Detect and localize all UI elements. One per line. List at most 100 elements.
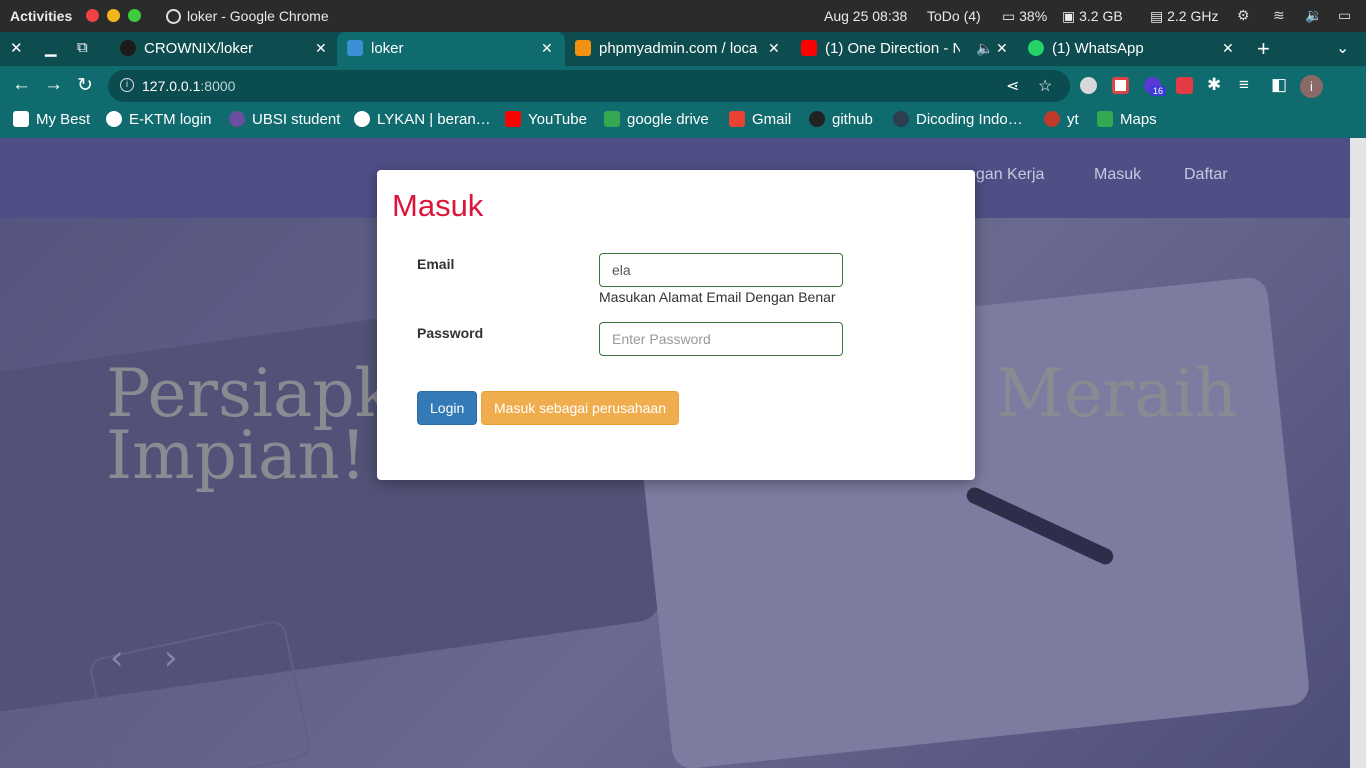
close-tab-icon[interactable]: ✕ bbox=[996, 40, 1008, 57]
bookmark-gmail[interactable]: Gmail bbox=[729, 111, 791, 128]
bookmark-github[interactable]: github bbox=[809, 111, 873, 128]
close-icon[interactable]: ✕ bbox=[10, 39, 23, 57]
bookmark-icon bbox=[13, 111, 29, 127]
nav-masuk[interactable]: Masuk bbox=[1094, 166, 1141, 184]
minimize-window-dot[interactable] bbox=[107, 9, 120, 22]
tab-search-chevron-icon[interactable]: ⌄ bbox=[1336, 38, 1349, 58]
bookmarks-bar: My Best E-KTM login UBSI student LYKAN |… bbox=[0, 106, 1366, 138]
login-button[interactable]: Login bbox=[417, 391, 477, 425]
whatsapp-icon bbox=[1028, 40, 1044, 56]
url-text[interactable]: 127.0.0.1:8000 bbox=[142, 78, 235, 94]
bookmark-star-icon[interactable]: ☆ bbox=[1038, 76, 1052, 96]
window-title: loker - Google Chrome bbox=[166, 8, 329, 24]
password-label: Password bbox=[417, 325, 484, 341]
todo-indicator[interactable]: ToDo (4) bbox=[927, 8, 981, 24]
bookmark-my-best[interactable]: My Best bbox=[13, 111, 90, 128]
password-field[interactable] bbox=[599, 322, 843, 356]
tab-one-direction[interactable]: (1) One Direction - Ni 🔈 ✕ bbox=[792, 32, 1014, 66]
audio-playing-icon[interactable]: 🔈 bbox=[976, 40, 993, 57]
wifi-icon[interactable]: ≋ bbox=[1273, 7, 1285, 24]
battery-icon: ▭ bbox=[1002, 8, 1016, 24]
close-tab-icon[interactable]: ✕ bbox=[1222, 40, 1234, 57]
tab-title: (1) WhatsApp bbox=[1052, 40, 1144, 57]
tab-whatsapp[interactable]: (1) WhatsApp ✕ bbox=[1018, 32, 1242, 66]
side-panel-icon[interactable]: ◧ bbox=[1271, 75, 1287, 95]
nav-daftar[interactable]: Daftar bbox=[1184, 166, 1228, 184]
nav-lowongan-kerja[interactable]: ngan Kerja bbox=[967, 166, 1044, 184]
bookmark-dicoding[interactable]: Dicoding Indo… bbox=[893, 111, 1023, 128]
clock[interactable]: Aug 25 08:38 bbox=[824, 8, 907, 24]
bookmark-maps[interactable]: Maps bbox=[1097, 111, 1157, 128]
tab-crownix-loker[interactable]: CROWNIX/loker ✕ bbox=[110, 32, 335, 66]
close-tab-icon[interactable]: ✕ bbox=[315, 40, 327, 57]
url-port: :8000 bbox=[200, 78, 236, 94]
network-settings-icon[interactable]: ⚙ bbox=[1237, 7, 1250, 24]
close-tab-icon[interactable]: ✕ bbox=[768, 40, 780, 57]
drive-icon bbox=[604, 111, 620, 127]
bookmark-label: YouTube bbox=[528, 111, 587, 128]
reload-icon[interactable]: ↻ bbox=[77, 74, 93, 97]
pocket-extension-icon[interactable] bbox=[1176, 77, 1193, 94]
phpmyadmin-icon bbox=[575, 40, 591, 56]
url-host: 127.0.0.1 bbox=[142, 78, 201, 94]
cpu-icon: ▤ bbox=[1150, 8, 1164, 24]
loker-favicon-icon bbox=[347, 40, 363, 56]
battery-stat: ▭ 38% bbox=[1002, 8, 1047, 25]
memory-value: 3.2 GB bbox=[1079, 8, 1123, 24]
bookmark-label: E-KTM login bbox=[129, 111, 212, 128]
bookmark-yt[interactable]: yt bbox=[1044, 111, 1079, 128]
close-window-dot[interactable] bbox=[86, 9, 99, 22]
forward-arrow-icon[interactable]: → bbox=[44, 74, 63, 96]
github-icon bbox=[809, 111, 825, 127]
tab-title: loker bbox=[371, 40, 404, 57]
globe-icon bbox=[354, 111, 370, 127]
tab-strip: ✕ ▁ ⧉ CROWNIX/loker ✕ loker ✕ phpmyadmin… bbox=[0, 32, 1366, 66]
bookmark-lykan[interactable]: LYKAN | beran… bbox=[354, 111, 491, 128]
carousel-prev-icon[interactable]: ‹ bbox=[110, 638, 124, 678]
hero-line2: Impian! bbox=[106, 417, 367, 494]
tab-loker[interactable]: loker ✕ bbox=[337, 32, 565, 66]
bookmark-label: LYKAN | beran… bbox=[377, 111, 491, 128]
memory-stat: ▣ 3.2 GB bbox=[1062, 8, 1123, 25]
youtube-icon bbox=[801, 40, 817, 56]
tab-phpmyadmin[interactable]: phpmyadmin.com / loca ✕ bbox=[565, 32, 787, 66]
email-field[interactable] bbox=[599, 253, 843, 287]
bookmark-google-drive[interactable]: google drive bbox=[604, 111, 709, 128]
bookmark-youtube[interactable]: YouTube bbox=[505, 111, 587, 128]
youtube-icon bbox=[505, 111, 521, 127]
extensions-puzzle-icon[interactable]: ✱ bbox=[1207, 75, 1221, 95]
company-login-button[interactable]: Masuk sebagai perusahaan bbox=[481, 391, 679, 425]
ubsi-icon bbox=[229, 111, 245, 127]
tab-title: (1) One Direction - Ni bbox=[825, 40, 960, 57]
bookmark-label: github bbox=[832, 111, 873, 128]
bookmark-ubsi[interactable]: UBSI student bbox=[229, 111, 340, 128]
site-info-icon[interactable]: i bbox=[120, 78, 134, 92]
gear-extension-icon[interactable] bbox=[1080, 77, 1097, 94]
back-arrow-icon[interactable]: ← bbox=[12, 74, 31, 96]
bookmark-label: Dicoding Indo… bbox=[916, 111, 1023, 128]
notes-extension-icon[interactable] bbox=[1112, 77, 1129, 94]
carousel-next-icon[interactable]: › bbox=[164, 638, 178, 678]
close-tab-icon[interactable]: ✕ bbox=[541, 40, 553, 57]
battery-percent: 38% bbox=[1019, 8, 1048, 24]
profile-avatar[interactable]: i bbox=[1300, 75, 1323, 98]
new-tab-plus-icon[interactable]: + bbox=[1257, 36, 1270, 62]
chrome-icon bbox=[166, 9, 181, 24]
modal-title: Masuk bbox=[392, 188, 484, 223]
reading-list-icon[interactable]: ≡ bbox=[1239, 75, 1249, 95]
restore-icon[interactable]: ⧉ bbox=[77, 39, 88, 56]
bookmark-label: Gmail bbox=[752, 111, 792, 128]
github-icon bbox=[120, 40, 136, 56]
login-modal: Masuk Email Masukan Alamat Email Dengan … bbox=[377, 170, 975, 480]
minimize-icon[interactable]: ▁ bbox=[45, 39, 57, 57]
window-title-text: loker - Google Chrome bbox=[187, 8, 329, 24]
share-icon[interactable]: ⋖ bbox=[1006, 76, 1019, 96]
email-help-text: Masukan Alamat Email Dengan Benar bbox=[599, 289, 836, 305]
bookmark-e-ktm[interactable]: E-KTM login bbox=[106, 111, 212, 128]
page-scrollbar[interactable] bbox=[1350, 138, 1366, 768]
address-bar[interactable]: i 127.0.0.1:8000 ⋖ ☆ bbox=[108, 70, 1070, 102]
battery-tray-icon[interactable]: ▭ bbox=[1338, 7, 1351, 24]
maximize-window-dot[interactable] bbox=[128, 9, 141, 22]
activities-button[interactable]: Activities bbox=[10, 8, 72, 24]
volume-icon[interactable]: 🔉 bbox=[1305, 7, 1322, 24]
